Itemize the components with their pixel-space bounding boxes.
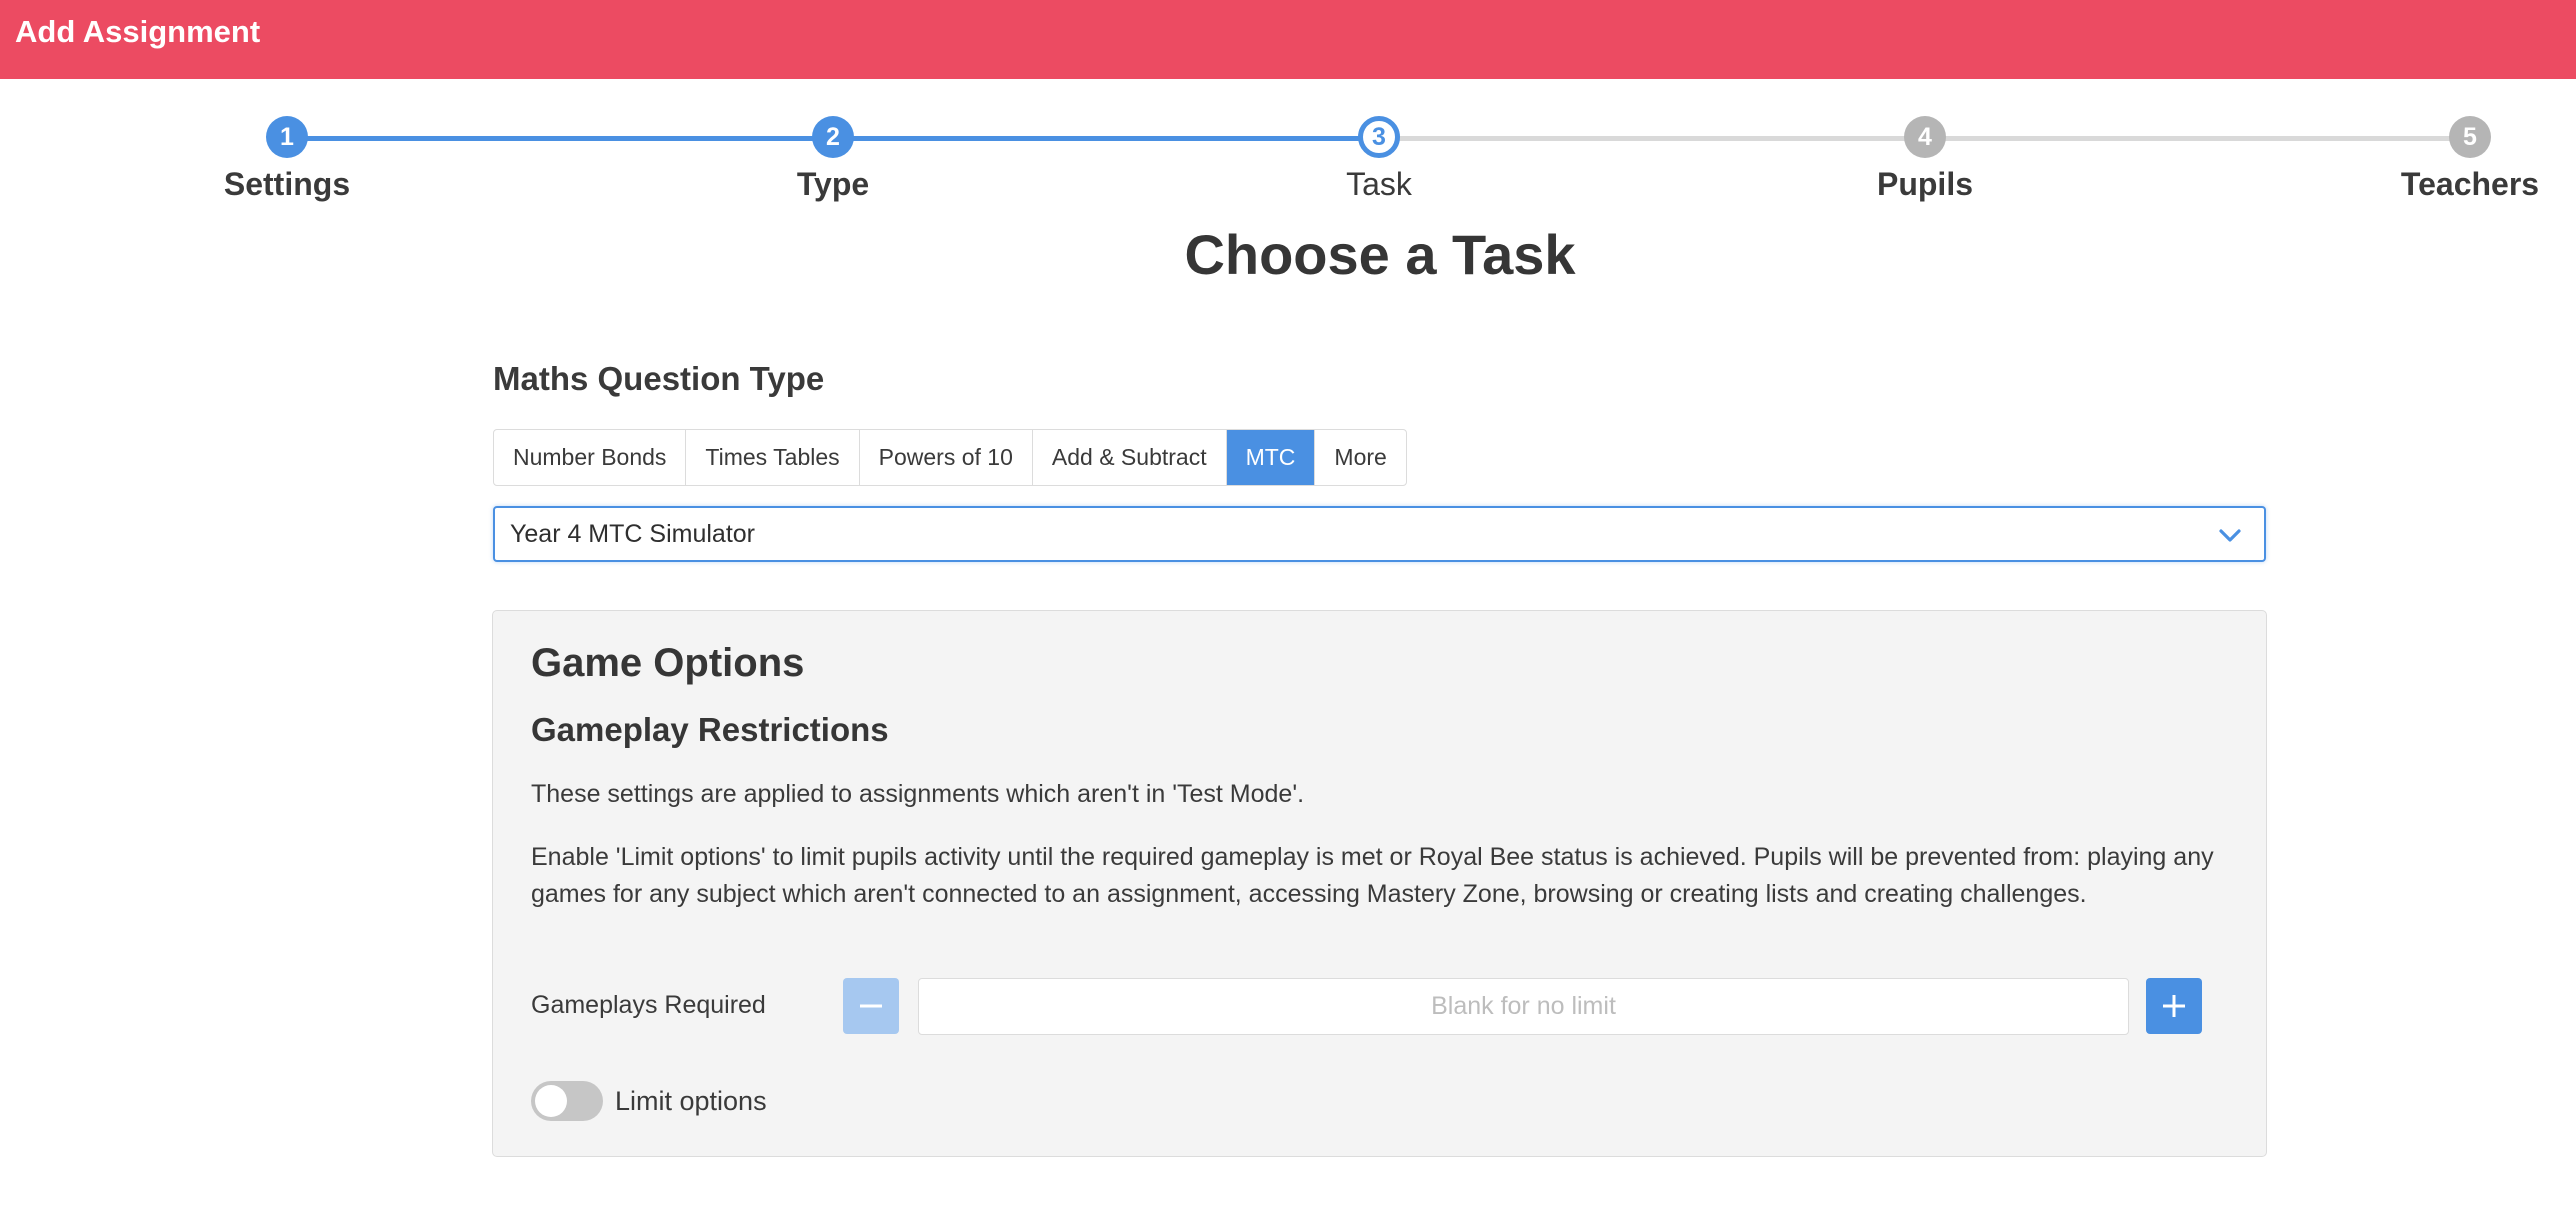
step-settings[interactable]: 1 Settings: [157, 110, 417, 202]
step-label-settings: Settings: [223, 166, 351, 202]
limit-options-description: Enable 'Limit options' to limit pupils a…: [531, 843, 2214, 908]
step-label-type: Type: [796, 166, 870, 202]
progress-stepper: 1 Settings 2 Type 3 Task 4 Pupils 5 Teac…: [0, 110, 2576, 210]
toggle-knob: [535, 1085, 567, 1117]
tab-powers-of-10[interactable]: Powers of 10: [860, 430, 1033, 485]
game-options-panel: Game Options Gameplay Restrictions These…: [492, 610, 2267, 1157]
chevron-down-icon: [2219, 529, 2241, 542]
step-number-3: 3: [1358, 116, 1400, 158]
tab-mtc[interactable]: MTC: [1226, 430, 1316, 485]
question-type-tabs: Number Bonds Times Tables Powers of 10 A…: [493, 429, 1407, 486]
test-mode-note: These settings are applied to assignment…: [531, 780, 1305, 808]
app-header: Add Assignment: [0, 0, 2576, 79]
gameplays-required-label: Gameplays Required: [531, 991, 766, 1019]
step-number-4: 4: [1904, 116, 1946, 158]
game-options-title: Game Options: [531, 641, 805, 685]
question-type-label: Maths Question Type: [493, 360, 825, 397]
step-label-task: Task: [1346, 166, 1412, 202]
step-number-1: 1: [266, 116, 308, 158]
minus-icon: [860, 1004, 882, 1008]
task-select[interactable]: Year 4 MTC Simulator: [493, 506, 2266, 562]
increase-gameplays-button[interactable]: [2146, 978, 2202, 1034]
gameplays-required-input[interactable]: [918, 978, 2129, 1035]
step-pupils[interactable]: 4 Pupils: [1795, 110, 2055, 202]
limit-options-toggle[interactable]: [531, 1081, 603, 1121]
page-header-title: Add Assignment: [15, 14, 261, 49]
step-number-2: 2: [812, 116, 854, 158]
tab-times-tables[interactable]: Times Tables: [686, 430, 860, 485]
plus-icon: [2163, 995, 2185, 1017]
step-label-teachers: Teachers: [2400, 166, 2540, 202]
gameplay-restrictions-heading: Gameplay Restrictions: [531, 711, 889, 748]
step-task[interactable]: 3 Task: [1249, 110, 1509, 202]
task-select-value: Year 4 MTC Simulator: [510, 520, 755, 548]
step-teachers[interactable]: 5 Teachers: [2340, 110, 2576, 202]
page-title: Choose a Task: [1184, 223, 1576, 286]
step-type[interactable]: 2 Type: [703, 110, 963, 202]
tab-add-subtract[interactable]: Add & Subtract: [1033, 430, 1227, 485]
decrease-gameplays-button[interactable]: [843, 978, 899, 1034]
step-label-pupils: Pupils: [1876, 166, 1973, 202]
step-number-5: 5: [2449, 116, 2491, 158]
tab-more[interactable]: More: [1315, 430, 1405, 485]
limit-options-label: Limit options: [615, 1086, 767, 1116]
tab-number-bonds[interactable]: Number Bonds: [494, 430, 687, 485]
